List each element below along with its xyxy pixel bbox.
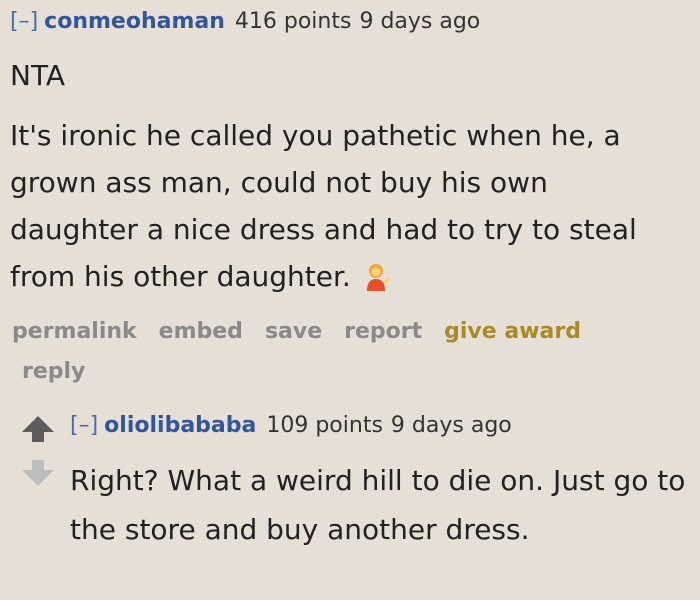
parent-tagline: [–] conmeohaman 416 points 9 days ago [10, 8, 480, 36]
embed-button[interactable]: embed [159, 319, 243, 344]
comment-verdict: NTA [10, 59, 66, 92]
author-link[interactable]: conmeohaman [44, 9, 225, 34]
author-link[interactable]: oliolibababa [104, 413, 256, 438]
comment-actions: permalink embed save report give award [12, 316, 603, 348]
reply-button[interactable]: reply [22, 356, 85, 388]
person-tipping-hand-emoji [363, 259, 391, 291]
give-award-button[interactable]: give award [444, 319, 581, 344]
upvote-arrow-icon[interactable] [20, 414, 56, 444]
timestamp: 9 days ago [359, 9, 481, 34]
child-tagline: [–] oliolibababa 109 points 9 days ago [70, 412, 512, 440]
timestamp: 9 days ago [390, 413, 512, 438]
reply-body: Right? What a weird hill to die on. Just… [70, 464, 686, 546]
permalink-button[interactable]: permalink [12, 319, 137, 344]
collapse-toggle[interactable]: [–] [10, 9, 38, 34]
child-comment: [–] oliolibababa 109 points 9 days ago Righ… [20, 400, 700, 600]
collapse-toggle[interactable]: [–] [70, 413, 98, 438]
comment-body-text: It's ironic he called you pathetic when … [10, 119, 637, 293]
score: 416 points [234, 9, 352, 34]
report-button[interactable]: report [344, 319, 422, 344]
downvote-arrow-icon[interactable] [20, 458, 56, 488]
save-button[interactable]: save [265, 319, 322, 344]
score: 109 points [266, 413, 383, 438]
comment-body: It's ironic he called you pathetic when … [10, 112, 680, 300]
